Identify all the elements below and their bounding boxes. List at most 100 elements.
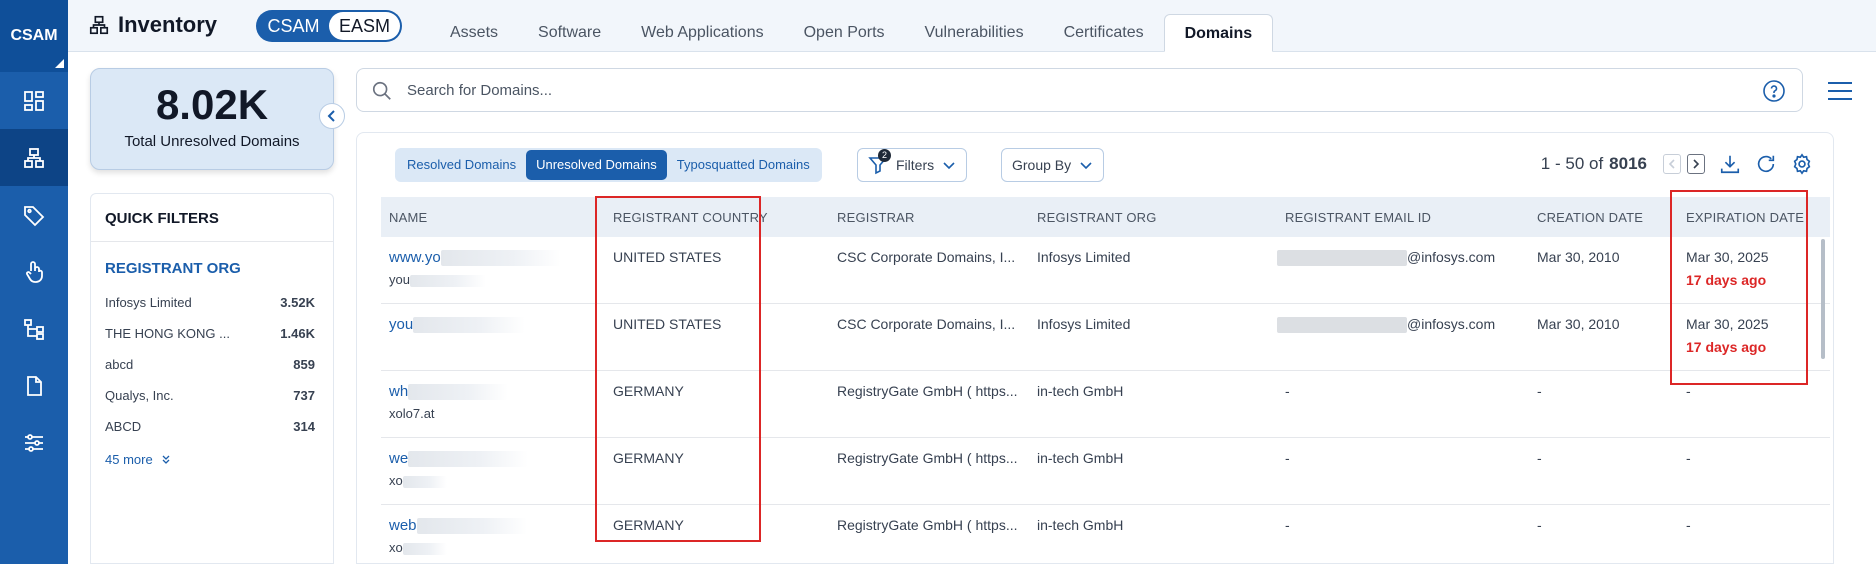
domain-subname: xo [389, 473, 447, 488]
show-more-filters-link[interactable]: 45 more [91, 442, 333, 477]
toggle-easm[interactable]: EASM [329, 12, 400, 40]
quick-filter-item[interactable]: Qualys, Inc. 737 [91, 380, 333, 411]
rail-tags[interactable] [0, 186, 68, 243]
brand-label: CSAM [10, 27, 58, 44]
help-icon[interactable] [1762, 79, 1786, 103]
column-header-name[interactable]: NAME [389, 210, 427, 225]
quick-filter-count: 3.52K [280, 295, 315, 310]
refresh-icon[interactable] [1755, 153, 1777, 175]
tab-vulnerabilities[interactable]: Vulnerabilities [905, 14, 1044, 52]
dashboard-icon [24, 90, 44, 111]
registrar-cell: RegistryGate GmbH ( https... [837, 517, 1018, 533]
table-scrollbar[interactable] [1821, 239, 1825, 359]
registrar-cell: CSC Corporate Domains, I... [837, 316, 1016, 332]
search-input[interactable] [407, 77, 1707, 103]
segment-unresolved-domains[interactable]: Unresolved Domains [526, 150, 667, 180]
page-title-text: Inventory [118, 12, 218, 37]
rail-inventory[interactable] [0, 129, 68, 186]
rail-actions[interactable] [0, 243, 68, 300]
redacted-text [408, 451, 529, 468]
quick-filter-item[interactable]: Infosys Limited 3.52K [91, 287, 333, 318]
column-header-registrant-email[interactable]: REGISTRANT EMAIL ID [1285, 210, 1431, 225]
hamburger-menu-icon[interactable] [1826, 80, 1854, 102]
show-more-label: 45 more [105, 452, 153, 467]
quick-filter-label: Qualys, Inc. [105, 388, 174, 403]
csam-easm-toggle[interactable]: CSAM EASM [256, 10, 402, 42]
registrant-org-cell: in-tech GmbH [1037, 383, 1124, 399]
chevron-down-icon [943, 162, 955, 170]
tab-software[interactable]: Software [518, 14, 621, 52]
domain-name-text: wh [389, 383, 409, 400]
chevron-left-icon [327, 110, 335, 122]
column-header-registrar[interactable]: REGISTRAR [837, 210, 915, 225]
domain-name-text: www.yo [389, 249, 441, 266]
redacted-text [1277, 317, 1407, 334]
expiration-date-cell: - [1686, 517, 1691, 533]
column-header-registrant-org[interactable]: REGISTRANT ORG [1037, 210, 1157, 225]
hierarchy-icon [24, 318, 44, 340]
brand-logo[interactable]: CSAM [0, 0, 68, 72]
tab-open-ports[interactable]: Open Ports [784, 14, 905, 52]
creation-date-cell: Mar 30, 2010 [1537, 316, 1620, 332]
rail-dashboard[interactable] [0, 72, 68, 129]
tab-domains[interactable]: Domains [1163, 14, 1274, 52]
toggle-csam[interactable]: CSAM [258, 12, 329, 40]
chevron-left-icon [1668, 159, 1675, 169]
quick-filter-count: 737 [293, 388, 315, 403]
quick-filter-label: Infosys Limited [105, 295, 192, 310]
domain-subname-text: xo [389, 473, 403, 488]
registrant-org-cell: in-tech GmbH [1037, 517, 1124, 533]
group-by-button[interactable]: Group By [1001, 148, 1105, 182]
domain-name-link[interactable]: web [389, 517, 527, 535]
rail-reports[interactable] [0, 357, 68, 414]
tab-assets[interactable]: Assets [430, 14, 518, 52]
quick-filter-count: 1.46K [280, 326, 315, 341]
touch-icon [26, 260, 43, 283]
registrar-cell: CSC Corporate Domains, I... [837, 249, 1016, 265]
previous-page-button[interactable] [1663, 154, 1681, 174]
redacted-text [402, 542, 447, 555]
filters-button[interactable]: 2 Filters [857, 148, 968, 182]
pagination-total: 8016 [1609, 154, 1647, 173]
tab-certificates[interactable]: Certificates [1044, 14, 1164, 52]
registrant-email-text: @infosys.com [1407, 316, 1496, 332]
chevron-down-icon [1080, 162, 1092, 170]
collapse-panel-button[interactable] [319, 103, 345, 129]
rail-settings[interactable] [0, 414, 68, 471]
redacted-text [409, 274, 486, 287]
domain-name-link[interactable]: we [389, 450, 529, 468]
domain-name-text: you [389, 316, 414, 333]
tab-web-applications[interactable]: Web Applications [621, 14, 783, 52]
domain-subname: xolo7.at [389, 406, 435, 421]
inventory-title-icon [89, 15, 109, 35]
quick-filter-item[interactable]: ABCD 314 [91, 411, 333, 442]
registrant-email-text: @infosys.com [1407, 249, 1496, 265]
registrant-org-cell: Infosys Limited [1037, 249, 1131, 265]
pagination-range: 1 - 50 of [1540, 154, 1604, 173]
registrant-email-cell: - [1285, 383, 1290, 399]
registrant-email-cell: - [1285, 517, 1290, 533]
page-title: Inventory [88, 12, 217, 38]
segment-typosquatted-domains[interactable]: Typosquatted Domains [667, 150, 820, 180]
domain-name-text: web [389, 517, 417, 534]
document-icon [27, 375, 42, 396]
gear-icon[interactable] [1791, 153, 1813, 175]
quick-filter-label: abcd [105, 357, 134, 372]
column-header-creation-date[interactable]: CREATION DATE [1537, 210, 1643, 225]
quick-filter-item[interactable]: THE HONG KONG ... 1.46K [91, 318, 333, 349]
expiration-date-cell: - [1686, 450, 1691, 466]
quick-filter-item[interactable]: abcd 859 [91, 349, 333, 380]
domain-name-link[interactable]: you [389, 316, 526, 334]
domain-name-link[interactable]: www.yo [389, 249, 561, 267]
quick-filters-panel: QUICK FILTERS REGISTRANT ORG Infosys Lim… [90, 193, 334, 564]
segment-resolved-domains[interactable]: Resolved Domains [397, 150, 526, 180]
domains-main-card: Resolved Domains Unresolved Domains Typo… [356, 132, 1834, 564]
registrar-cell: RegistryGate GmbH ( https... [837, 383, 1018, 399]
next-page-button[interactable] [1687, 154, 1705, 174]
download-icon[interactable] [1719, 153, 1741, 175]
quick-filter-section-title: REGISTRANT ORG [105, 260, 241, 277]
rail-hierarchy[interactable] [0, 300, 68, 357]
quick-filter-label: THE HONG KONG ... [105, 326, 230, 341]
top-header: Inventory CSAM EASM Assets Software Web … [68, 0, 1876, 52]
domain-name-link[interactable]: wh [389, 383, 509, 401]
